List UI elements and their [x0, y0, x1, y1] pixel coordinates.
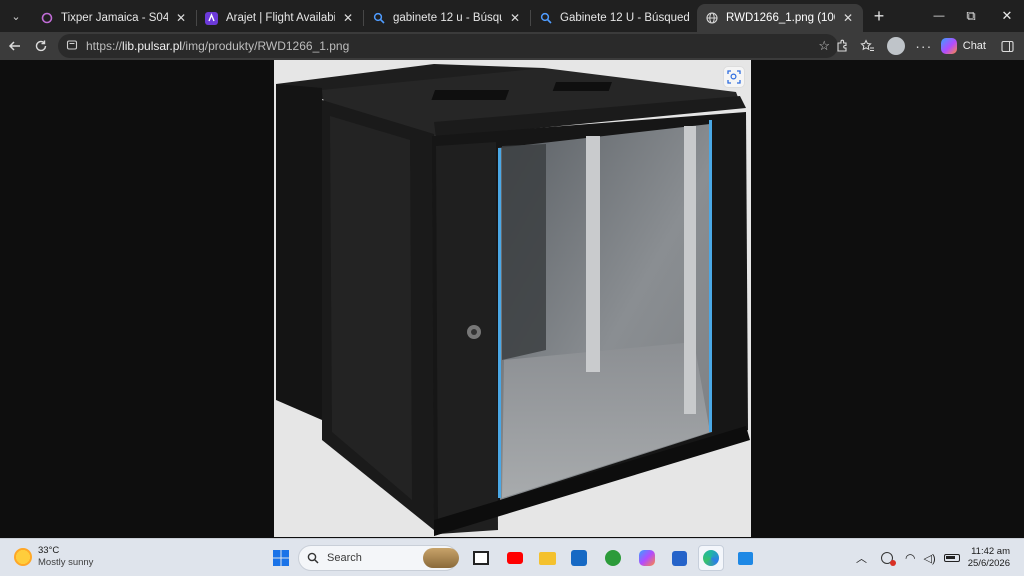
weather-widget[interactable]: 33°C Mostly sunny	[14, 545, 93, 569]
tab-tixper[interactable]: Tixper Jamaica - S04229 ✕	[32, 4, 196, 32]
close-icon[interactable]: ✕	[341, 11, 355, 25]
new-tab-button[interactable]: +	[865, 4, 893, 28]
sidebar-toggle-button[interactable]	[994, 34, 1020, 58]
youtube-button[interactable]	[502, 545, 528, 571]
rack-cabinet-image[interactable]	[274, 60, 751, 537]
xbox-icon	[605, 550, 621, 566]
widgets-button[interactable]	[468, 545, 494, 571]
search-placeholder: Search	[327, 552, 362, 564]
profile-avatar[interactable]	[886, 37, 905, 55]
chevron-down-icon: ⌄	[11, 10, 21, 23]
wifi-icon[interactable]: ◠	[905, 551, 915, 565]
youtube-icon	[507, 552, 523, 564]
back-button[interactable]	[2, 34, 28, 58]
weather-temp: 33°C	[38, 545, 60, 556]
edge-icon	[703, 550, 719, 566]
minimize-icon: —	[933, 10, 945, 22]
visual-search-icon	[727, 70, 741, 84]
taskbar: 33°C Mostly sunny Search ︿ ◠ ◁) 11:42 am…	[0, 538, 1024, 576]
chevron-up-icon[interactable]: ︿	[856, 550, 867, 566]
circle-icon	[40, 12, 53, 25]
close-window-button[interactable]: ✕	[984, 0, 1024, 32]
tab-gabinete-images[interactable]: Gabinete 12 U - Búsqueda Imá	[531, 4, 697, 32]
search-icon	[372, 12, 385, 25]
tab-actions-menu[interactable]: ⌄	[4, 4, 28, 28]
refresh-button[interactable]	[28, 34, 54, 58]
globe-icon	[705, 12, 718, 25]
tab-title: gabinete 12 u - Búsqueda	[393, 12, 502, 24]
app-icon	[737, 551, 753, 565]
tab-gabinete-search[interactable]: gabinete 12 u - Búsqueda ✕	[364, 4, 530, 32]
search-icon	[307, 552, 319, 564]
tab-title: Gabinete 12 U - Búsqueda Imá	[560, 12, 689, 24]
tab-rwd1266-image[interactable]: RWD1266_1.png (1000×998) ✕	[697, 4, 863, 32]
extensions-button[interactable]	[829, 34, 855, 58]
close-icon[interactable]: ✕	[841, 11, 855, 25]
start-button[interactable]	[268, 545, 294, 571]
outlook-icon	[571, 550, 587, 566]
weather-description: Mostly sunny	[38, 557, 94, 568]
folder-icon	[538, 551, 556, 565]
system-clock[interactable]: 11:42 am 25/6/2026	[968, 546, 1010, 570]
settings-more-button[interactable]: ···	[911, 34, 937, 58]
tab-arajet[interactable]: Arajet | Flight Availability ✕	[197, 4, 363, 32]
screen: ⌄ Tixper Jamaica - S04229 ✕ Arajet | Fli…	[0, 0, 1024, 576]
navigation-toolbar: https://lib.pulsar.pl/img/produkty/RWD12…	[0, 32, 1024, 60]
search-highlight-image	[423, 548, 459, 568]
copilot-chat-button[interactable]: Chat	[940, 38, 986, 54]
copilot-icon	[639, 550, 655, 566]
store-icon	[671, 550, 687, 566]
close-icon[interactable]: ✕	[174, 11, 188, 25]
clock-date: 25/6/2026	[967, 558, 1010, 569]
sidebar-icon	[1000, 40, 1014, 52]
clock-time: 11:42 am	[971, 546, 1010, 557]
app-button[interactable]	[732, 545, 758, 571]
refresh-icon	[35, 40, 47, 52]
copilot-icon	[940, 38, 957, 54]
sun-icon	[14, 548, 32, 566]
taskbar-search[interactable]: Search	[298, 545, 459, 571]
edge-button[interactable]	[698, 545, 724, 571]
favorites-button[interactable]	[855, 34, 881, 58]
toolbar-actions: ··· Chat	[829, 32, 1024, 60]
close-icon[interactable]: ✕	[508, 11, 522, 25]
puzzle-icon	[837, 39, 847, 52]
system-tray: ︿ ◠ ◁)	[856, 539, 960, 576]
copilot-label: Chat	[962, 40, 986, 52]
battery-icon[interactable]	[943, 554, 960, 562]
site-info-icon[interactable]	[66, 39, 78, 54]
tab-title: RWD1266_1.png (1000×998)	[726, 12, 835, 24]
outlook-button[interactable]	[566, 545, 592, 571]
visual-search-button[interactable]	[723, 66, 745, 88]
tab-strip: ⌄ Tixper Jamaica - S04229 ✕ Arajet | Fli…	[0, 0, 1024, 32]
file-explorer-button[interactable]	[534, 545, 560, 571]
close-icon: ✕	[1001, 8, 1013, 23]
widgets-icon	[473, 551, 489, 565]
arrow-left-icon	[8, 41, 20, 51]
url-text: https://lib.pulsar.pl/img/produkty/RWD12…	[86, 39, 350, 53]
windows-logo-icon	[273, 550, 289, 566]
favorites-list-icon	[860, 39, 875, 51]
store-button[interactable]	[666, 545, 692, 571]
restore-icon: ⧉	[966, 8, 976, 23]
image-viewer	[0, 60, 1024, 537]
tab-title: Tixper Jamaica - S04229	[61, 12, 168, 24]
tab-title: Arajet | Flight Availability	[226, 12, 335, 24]
arajet-logo-icon	[205, 11, 218, 25]
copilot-taskbar-button[interactable]	[634, 545, 660, 571]
rack-cabinet-illustration	[276, 64, 750, 536]
address-bar[interactable]: https://lib.pulsar.pl/img/produkty/RWD12…	[58, 34, 838, 58]
notification-badge-icon[interactable]	[881, 552, 896, 566]
more-icon: ···	[915, 38, 933, 54]
search-icon	[539, 12, 552, 25]
speaker-icon[interactable]: ◁)	[923, 552, 935, 565]
xbox-button[interactable]	[600, 545, 626, 571]
